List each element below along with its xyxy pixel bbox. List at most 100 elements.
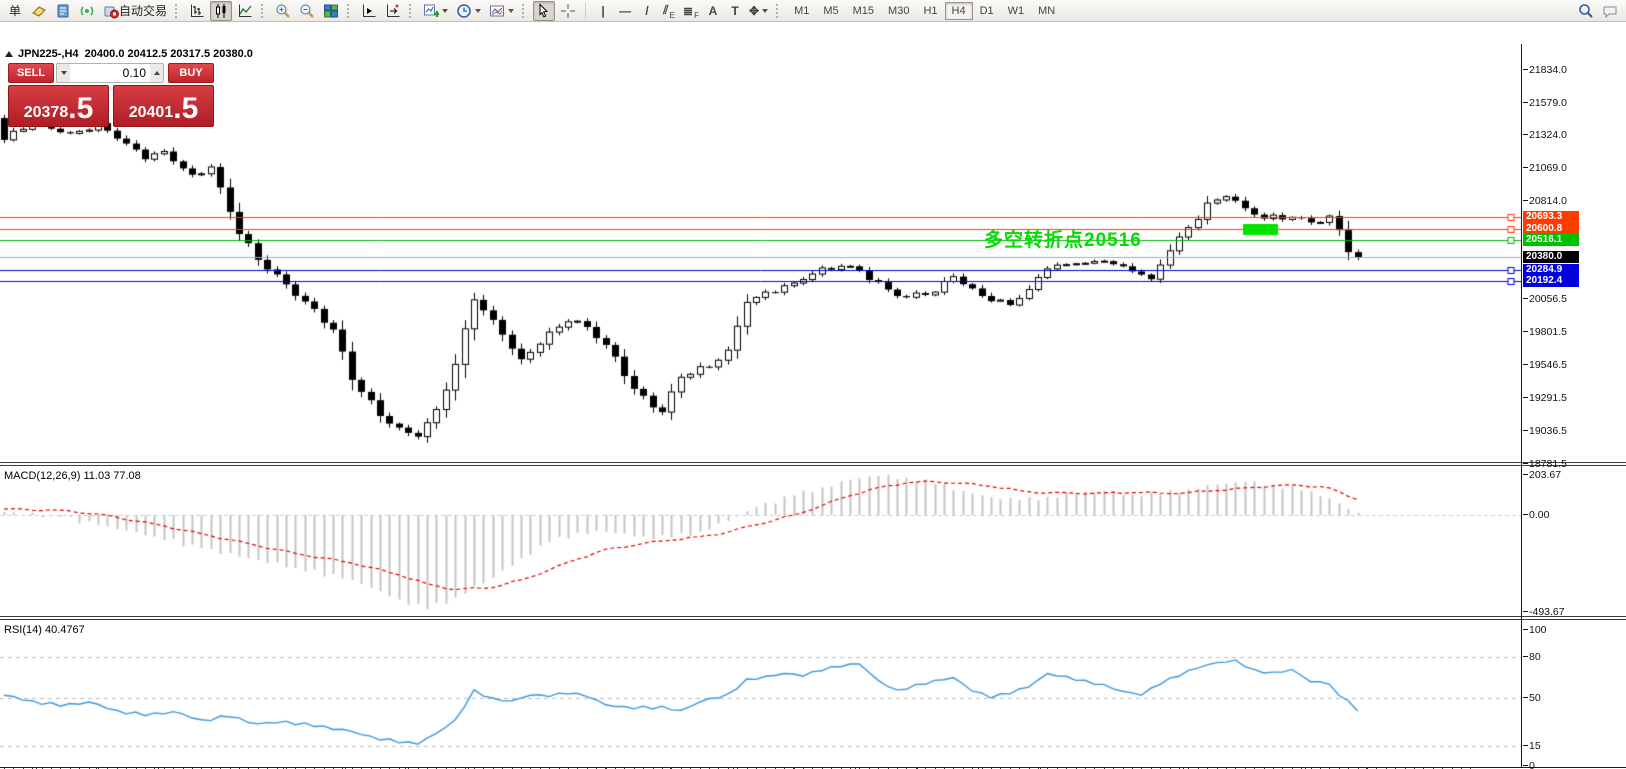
equidistant-channel-tool-subscript: E [669, 10, 675, 20]
ohlc-values: 20400.0 20412.5 20317.5 20380.0 [84, 48, 253, 60]
auto-scroll-button[interactable] [382, 1, 404, 21]
bar-chart-mode-button[interactable] [186, 1, 208, 21]
line-chart-mode-button[interactable] [234, 1, 256, 21]
sell-price: 20378 [23, 104, 69, 121]
signals-button[interactable] [76, 1, 98, 21]
axis-tick-label: -493.67 [1523, 606, 1565, 618]
cursor-icon [539, 2, 549, 17]
dropdown-caret-icon [762, 8, 769, 13]
axis-tick-label: 0.00 [1523, 509, 1549, 521]
toolbar-separator [585, 2, 587, 19]
new-order-book-button[interactable] [28, 1, 50, 21]
trendline-tool[interactable]: / [636, 1, 658, 21]
sell-price-tile[interactable]: 20378 .5 [8, 85, 109, 127]
timeframe-h1[interactable]: H1 [916, 2, 944, 20]
template-icon [490, 5, 505, 16]
new-chart-icon [424, 4, 440, 17]
timeframe-m1[interactable]: M1 [787, 2, 816, 20]
horizontal-line-tool[interactable]: — [614, 1, 636, 21]
candlestick-mode-button[interactable] [210, 0, 233, 21]
line-price-label: 20516.1 [1523, 234, 1579, 246]
trendline-tool-icon: / [645, 3, 649, 18]
price-axis-border [1521, 44, 1522, 767]
zoom-in-button[interactable] [272, 1, 294, 21]
current-price-label: 20380.0 [1523, 251, 1579, 263]
buy-button[interactable]: BUY [168, 63, 214, 83]
axis-tick-label: 15 [1523, 740, 1541, 752]
sell-button[interactable]: SELL [8, 63, 54, 83]
vertical-line-tool[interactable]: | [592, 1, 614, 21]
axis-tick-label: 21324.0 [1523, 129, 1567, 141]
crosshair-tool[interactable] [557, 1, 579, 21]
spin-up-icon [153, 71, 160, 75]
rsi-canvas[interactable] [0, 621, 1521, 767]
auto-scroll-icon [387, 4, 400, 17]
chat-button[interactable] [1599, 1, 1622, 21]
tile-windows-icon [324, 4, 339, 17]
dropdown-caret-icon [442, 8, 449, 13]
equidistant-channel-tool[interactable]: ⫽ E [658, 1, 680, 21]
autotrading-button[interactable]: 自动交易 [100, 1, 170, 21]
timeframe-m5[interactable]: M5 [816, 2, 845, 20]
buy-price-fraction: .5 [173, 92, 199, 125]
chart-symbol-header: JPN225-,H4 20400.0 20412.5 20317.5 20380… [18, 48, 253, 60]
pane-separator[interactable] [0, 462, 1626, 466]
horizontal-line-tool-icon: — [619, 3, 632, 18]
text-tool[interactable]: A [702, 1, 724, 21]
fibonacci-tool-subscript: F [694, 10, 699, 20]
autotrading-label: 自动交易 [119, 4, 168, 18]
axis-tick-label: 0 [1523, 760, 1535, 769]
volume-decrease-button[interactable] [57, 64, 70, 82]
new-chart-dropdown[interactable] [420, 1, 451, 21]
zoom-out-icon [300, 4, 314, 18]
toolbar-grip [347, 3, 353, 18]
collapse-arrow-icon[interactable] [5, 51, 13, 57]
spin-down-icon [60, 71, 67, 75]
line-price-label: 20192.4 [1523, 275, 1579, 287]
chart-shift-icon [363, 4, 376, 17]
text-label-tool[interactable]: T [724, 1, 746, 21]
pane-separator[interactable] [0, 616, 1626, 620]
timeframe-w1[interactable]: W1 [1001, 2, 1032, 20]
chart-shift-button[interactable] [358, 1, 380, 21]
volume-input[interactable] [70, 64, 150, 82]
rsi-label: RSI(14) 40.4767 [4, 624, 85, 636]
timeframe-d1[interactable]: D1 [973, 2, 1001, 20]
macd-canvas[interactable] [0, 467, 1521, 617]
toolbar-grip [261, 3, 267, 18]
search-button[interactable] [1575, 1, 1597, 21]
axis-tick-label: 19546.5 [1523, 359, 1567, 371]
toolbar: 单 自动交易 | — / ⫽ E ≣ F A T ✥ M1 M5 M15 M30… [0, 0, 1626, 22]
new-order-button[interactable]: 单 [4, 1, 26, 21]
axis-tick-label: 203.67 [1523, 469, 1561, 481]
zoom-out-button[interactable] [296, 1, 318, 21]
axis-tick-label: 50 [1523, 692, 1541, 704]
toolbar-grip [409, 3, 415, 18]
timeframe-h4[interactable]: H4 [944, 1, 973, 20]
templates-dropdown[interactable] [486, 1, 517, 21]
market-watch-icon [57, 4, 69, 17]
cursor-tool[interactable] [533, 0, 556, 21]
axis-tick-label: 21069.0 [1523, 162, 1567, 174]
sell-price-fraction: .5 [68, 92, 94, 125]
zoom-in-icon [276, 4, 290, 18]
volume-control [56, 63, 164, 83]
chart-area: JPN225-,H4 20400.0 20412.5 20317.5 20380… [0, 22, 1626, 769]
line-price-label: 20693.3 [1523, 211, 1579, 223]
timeframe-group: M1 M5 M15 M30 H1 H4 D1 W1 MN [787, 1, 1062, 20]
price-chart-canvas[interactable] [0, 44, 1521, 463]
timeframe-mn[interactable]: MN [1031, 2, 1062, 20]
timeframe-m30[interactable]: M30 [881, 2, 916, 20]
timeframe-m15[interactable]: M15 [846, 2, 881, 20]
axis-tick-label: 100 [1523, 624, 1547, 636]
bar-chart-icon [191, 4, 204, 17]
buy-price-tile[interactable]: 20401 .5 [113, 85, 214, 127]
text-label-tool-icon: T [731, 3, 739, 18]
periods-dropdown[interactable] [453, 1, 484, 21]
arrows-tool[interactable]: ✥ [746, 1, 771, 21]
chat-icon [1603, 6, 1617, 18]
fibonacci-tool[interactable]: ≣ F [680, 1, 702, 21]
volume-increase-button[interactable] [150, 64, 163, 82]
tile-windows-button[interactable] [320, 1, 342, 21]
market-watch-button[interactable] [52, 1, 74, 21]
